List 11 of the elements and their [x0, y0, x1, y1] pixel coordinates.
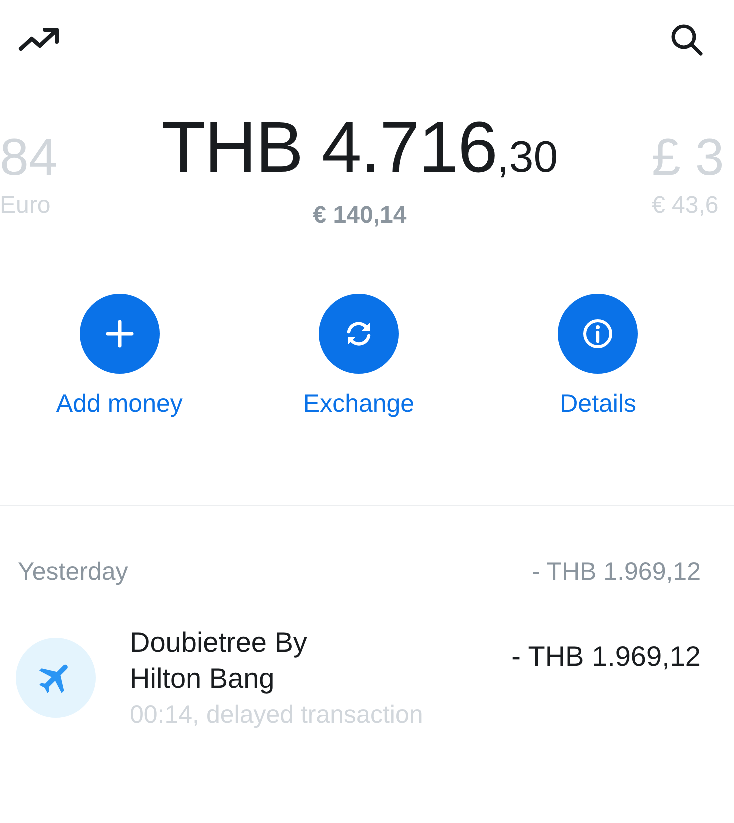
transaction-amount: - THB 1.969,12	[512, 640, 701, 672]
converted-amount: € 140,14	[313, 202, 407, 230]
merchant-name: Doubietree By Hilton Bang	[130, 626, 308, 696]
balance-amount: THB 4.716,30	[162, 107, 558, 190]
exchange-button[interactable]: Exchange	[239, 294, 479, 419]
trend-icon[interactable]	[18, 27, 60, 53]
add-money-button[interactable]: Add money	[0, 294, 240, 419]
info-button[interactable]: Details	[478, 294, 718, 419]
date-heading: Yesterday	[18, 558, 128, 587]
day-total: - THB 1.969,12	[532, 558, 701, 587]
search-icon[interactable]	[670, 23, 704, 57]
